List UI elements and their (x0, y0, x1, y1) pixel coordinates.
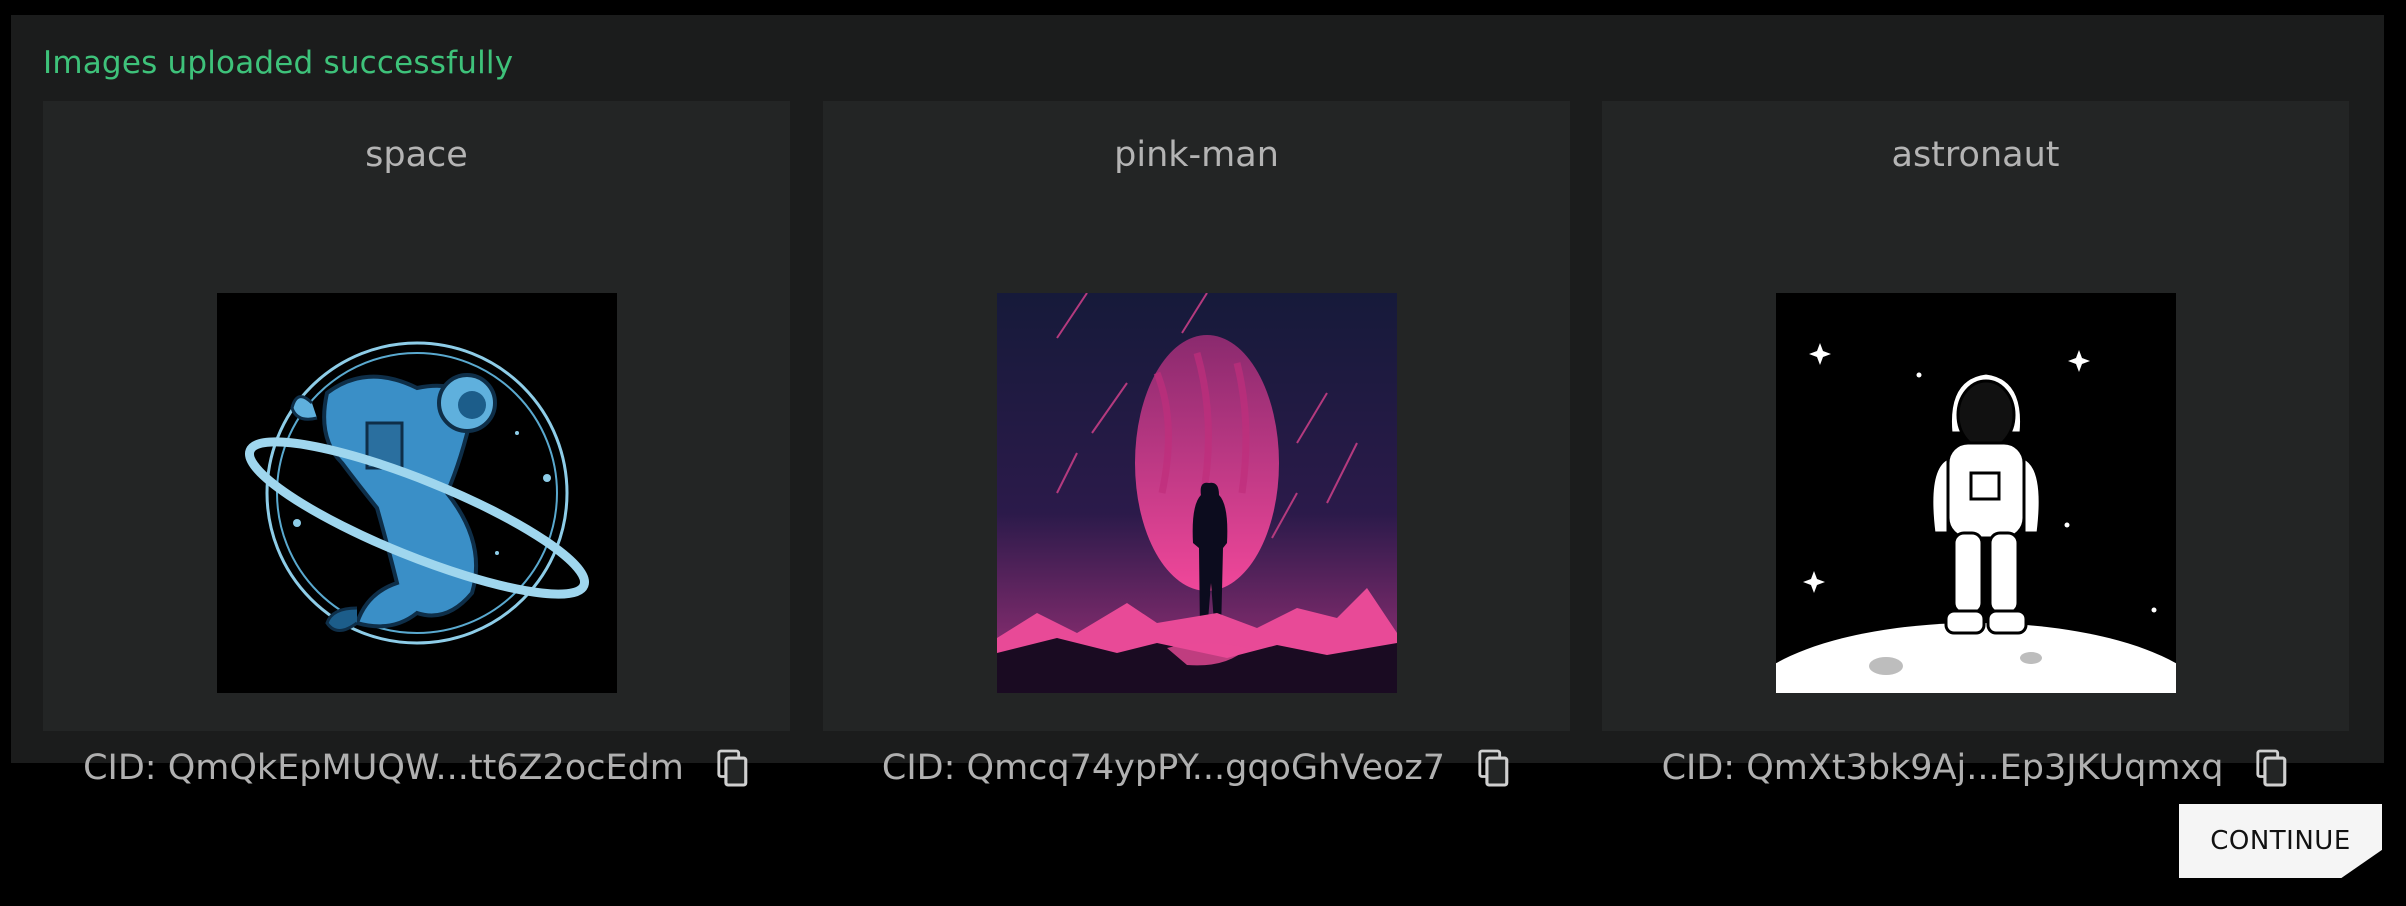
copy-icon[interactable] (716, 748, 750, 788)
upload-results-panel: Images uploaded successfully space CID: … (11, 15, 2384, 788)
image-title: astronaut (1891, 135, 2060, 175)
cid-row: CID: Qmcq74ypPY...gqoGhVeoz7 (823, 748, 1570, 788)
cid-text: CID: Qmcq74ypPY...gqoGhVeoz7 (881, 748, 1446, 788)
copy-icon[interactable] (2255, 748, 2289, 788)
image-thumbnail-astronaut (1776, 293, 2176, 693)
cid-row: CID: QmXt3bk9Aj...Ep3JKUqmxq (1602, 748, 2349, 788)
image-title: pink-man (1114, 135, 1279, 175)
image-card-space: space CID: QmQkEpMUQW...tt6Z2ocEdm (43, 101, 790, 788)
copy-icon[interactable] (1477, 748, 1511, 788)
image-card-astronaut: astronaut CID: QmXt3bk9Aj...Ep3JKUqmxq (1602, 101, 2349, 788)
image-thumbnail-pink-man (997, 293, 1397, 693)
cid-text: CID: QmXt3bk9Aj...Ep3JKUqmxq (1661, 748, 2224, 788)
image-thumbnail-space (217, 293, 617, 693)
image-card-pink-man: pink-man CID: Qmcq74ypPY...gqoGhVeoz7 (823, 101, 1570, 788)
upload-status-message: Images uploaded successfully (43, 45, 514, 81)
cid-text: CID: QmQkEpMUQW...tt6Z2ocEdm (83, 748, 684, 788)
image-title: space (365, 135, 468, 175)
continue-button[interactable]: CONTINUE (2179, 804, 2382, 878)
cid-row: CID: QmQkEpMUQW...tt6Z2ocEdm (43, 748, 790, 788)
